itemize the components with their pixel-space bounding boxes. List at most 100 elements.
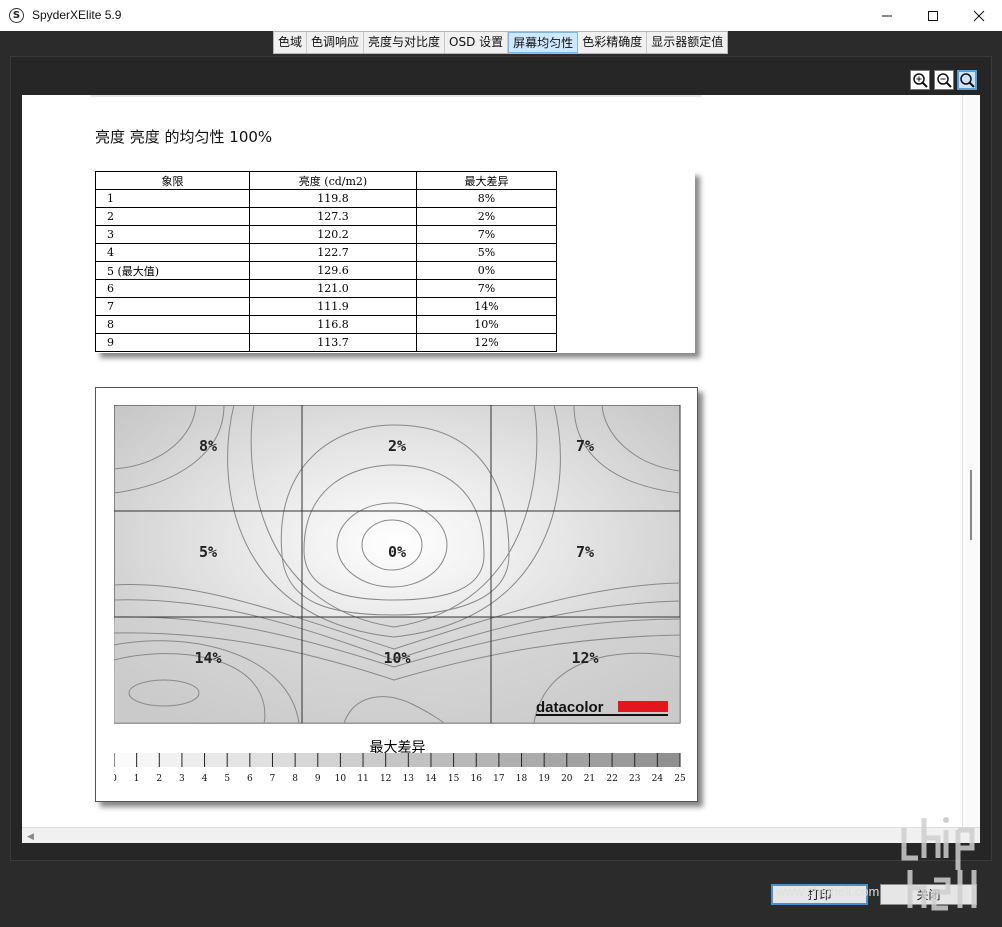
cell-luminance: 127.3	[249, 207, 417, 226]
tab-screen-uniformity[interactable]: 屏幕均匀性	[508, 32, 579, 53]
scale-segment	[657, 753, 680, 767]
scale-segment	[272, 753, 296, 767]
cell-luminance: 129.6	[249, 261, 417, 280]
scale-segment	[136, 753, 160, 767]
scale-segment	[589, 753, 613, 767]
zoom-fit-button[interactable]	[957, 70, 977, 90]
scale-tick-label: 0	[114, 774, 117, 784]
tab-gamut[interactable]: 色域	[274, 32, 308, 53]
col-header-quadrant: 象限	[95, 171, 250, 190]
scale-tick-label: 21	[584, 774, 595, 784]
table-row: 5 (最大值) 129.6 0%	[95, 261, 557, 280]
cell-max-diff: 0%	[416, 261, 557, 280]
scroll-thumb[interactable]	[970, 470, 972, 540]
tab-tone-response[interactable]: 色调响应	[307, 32, 365, 53]
scroll-left-arrow-icon[interactable]: ◀	[27, 831, 34, 842]
scale-segment	[612, 753, 635, 767]
horizontal-scrollbar[interactable]: ◀	[22, 827, 980, 843]
cell-max-diff: 8%	[416, 189, 557, 208]
cell-quadrant: 2	[95, 207, 250, 226]
cell-quadrant: 9	[95, 333, 250, 352]
cell-label: 10%	[383, 649, 410, 667]
scale-segment	[521, 753, 545, 767]
cell-luminance: 122.7	[249, 243, 417, 262]
cell-max-diff: 10%	[416, 315, 557, 334]
report-viewer: 亮度 亮度 的均匀性 100% 象限 亮度 (cd/m2) 最大差异 1 119.…	[22, 95, 980, 843]
scale-segment	[498, 753, 522, 767]
cell-label: 7%	[576, 437, 594, 455]
scale-tick-label: 17	[493, 774, 505, 784]
scale-segment	[544, 753, 567, 767]
cell-luminance: 121.0	[249, 279, 417, 298]
tab-color-accuracy[interactable]: 色彩精确度	[578, 32, 648, 53]
cell-luminance: 119.8	[249, 189, 417, 208]
scale-segment	[181, 753, 205, 767]
scale-segment	[340, 753, 364, 767]
cell-quadrant: 6	[95, 279, 250, 298]
cell-label: 7%	[576, 543, 594, 561]
quadrant-table: 象限 亮度 (cd/m2) 最大差异 1 119.8 8% 2 127.3 2% 3 12…	[95, 171, 557, 352]
zoom-fit-icon	[960, 73, 975, 88]
scale-segment	[385, 753, 409, 767]
cell-luminance: 116.8	[249, 315, 417, 334]
cell-quadrant: 8	[95, 315, 250, 334]
cell-max-diff: 14%	[416, 297, 557, 316]
cell-label: 0%	[388, 543, 406, 561]
scale-labels: 0123456789101112131415161718192021222324…	[114, 774, 686, 784]
logo-underline	[536, 714, 668, 716]
tab-display-rating[interactable]: 显示器额定值	[647, 32, 727, 53]
title-bar: S SpyderXElite 5.9	[0, 0, 1002, 31]
minimize-icon	[882, 15, 892, 16]
scale-bars	[114, 753, 681, 767]
zoom-out-button[interactable]	[934, 70, 954, 90]
cell-max-diff: 7%	[416, 279, 557, 298]
uniformity-contour-plot: 8% 2% 7% 5% 0% 7% 14% 10% 12% datacolor	[114, 405, 681, 724]
difference-scale: 0123456789101112131415161718192021222324…	[114, 753, 686, 784]
zoom-in-button[interactable]	[910, 70, 930, 90]
minimize-button[interactable]	[864, 0, 910, 31]
scale-tick-label: 2	[156, 774, 162, 784]
cell-luminance: 120.2	[249, 225, 417, 244]
tab-osd-settings[interactable]: OSD 设置	[445, 32, 509, 53]
table-row: 9 113.7 12%	[95, 333, 557, 352]
scale-tick-label: 25	[674, 774, 686, 784]
scale-tick-label: 11	[357, 774, 368, 784]
cell-max-diff: 7%	[416, 225, 557, 244]
quadrant-table-container: 象限 亮度 (cd/m2) 最大差异 1 119.8 8% 2 127.3 2% 3 12…	[95, 171, 695, 353]
table-row: 4 122.7 5%	[95, 243, 557, 262]
app-icon: S	[9, 8, 24, 23]
cell-max-diff: 12%	[416, 333, 557, 352]
cell-quadrant: 7	[95, 297, 250, 316]
cell-label: 8%	[199, 437, 217, 455]
scale-segment	[249, 753, 273, 767]
tab-brightness-contrast[interactable]: 亮度与对比度	[364, 32, 446, 53]
close-icon	[973, 10, 985, 21]
scale-segment	[295, 753, 318, 767]
cell-quadrant: 3	[95, 225, 250, 244]
logo-red-bar	[618, 701, 668, 712]
scale-segment	[363, 753, 386, 767]
datacolor-logo: datacolor	[536, 699, 604, 716]
scale-segment	[159, 753, 182, 767]
zoom-in-icon	[913, 73, 928, 88]
section-title: 亮度 亮度 的均匀性 100%	[95, 128, 273, 146]
cell-label: 12%	[571, 649, 598, 667]
scale-tick-label: 7	[270, 774, 276, 784]
report-page: 亮度 亮度 的均匀性 100% 象限 亮度 (cd/m2) 最大差异 1 119.…	[22, 95, 962, 827]
maximize-icon	[928, 10, 938, 21]
vertical-scrollbar[interactable]	[962, 95, 980, 827]
scale-segment	[566, 753, 590, 767]
table-header-row: 象限 亮度 (cd/m2) 最大差异	[95, 171, 557, 190]
table-row: 7 111.9 14%	[95, 297, 557, 316]
scale-tick-label: 10	[335, 774, 347, 784]
table-row: 3 120.2 7%	[95, 225, 557, 244]
cell-max-diff: 5%	[416, 243, 557, 262]
table-row: 1 119.8 8%	[95, 189, 557, 208]
close-button[interactable]	[956, 0, 1002, 31]
scale-segment	[204, 753, 228, 767]
scale-tick-label: 12	[380, 774, 391, 784]
scale-segment	[317, 753, 341, 767]
maximize-button[interactable]	[910, 0, 956, 31]
window-title: SpyderXElite 5.9	[32, 8, 122, 22]
cell-label: 14%	[194, 649, 221, 667]
